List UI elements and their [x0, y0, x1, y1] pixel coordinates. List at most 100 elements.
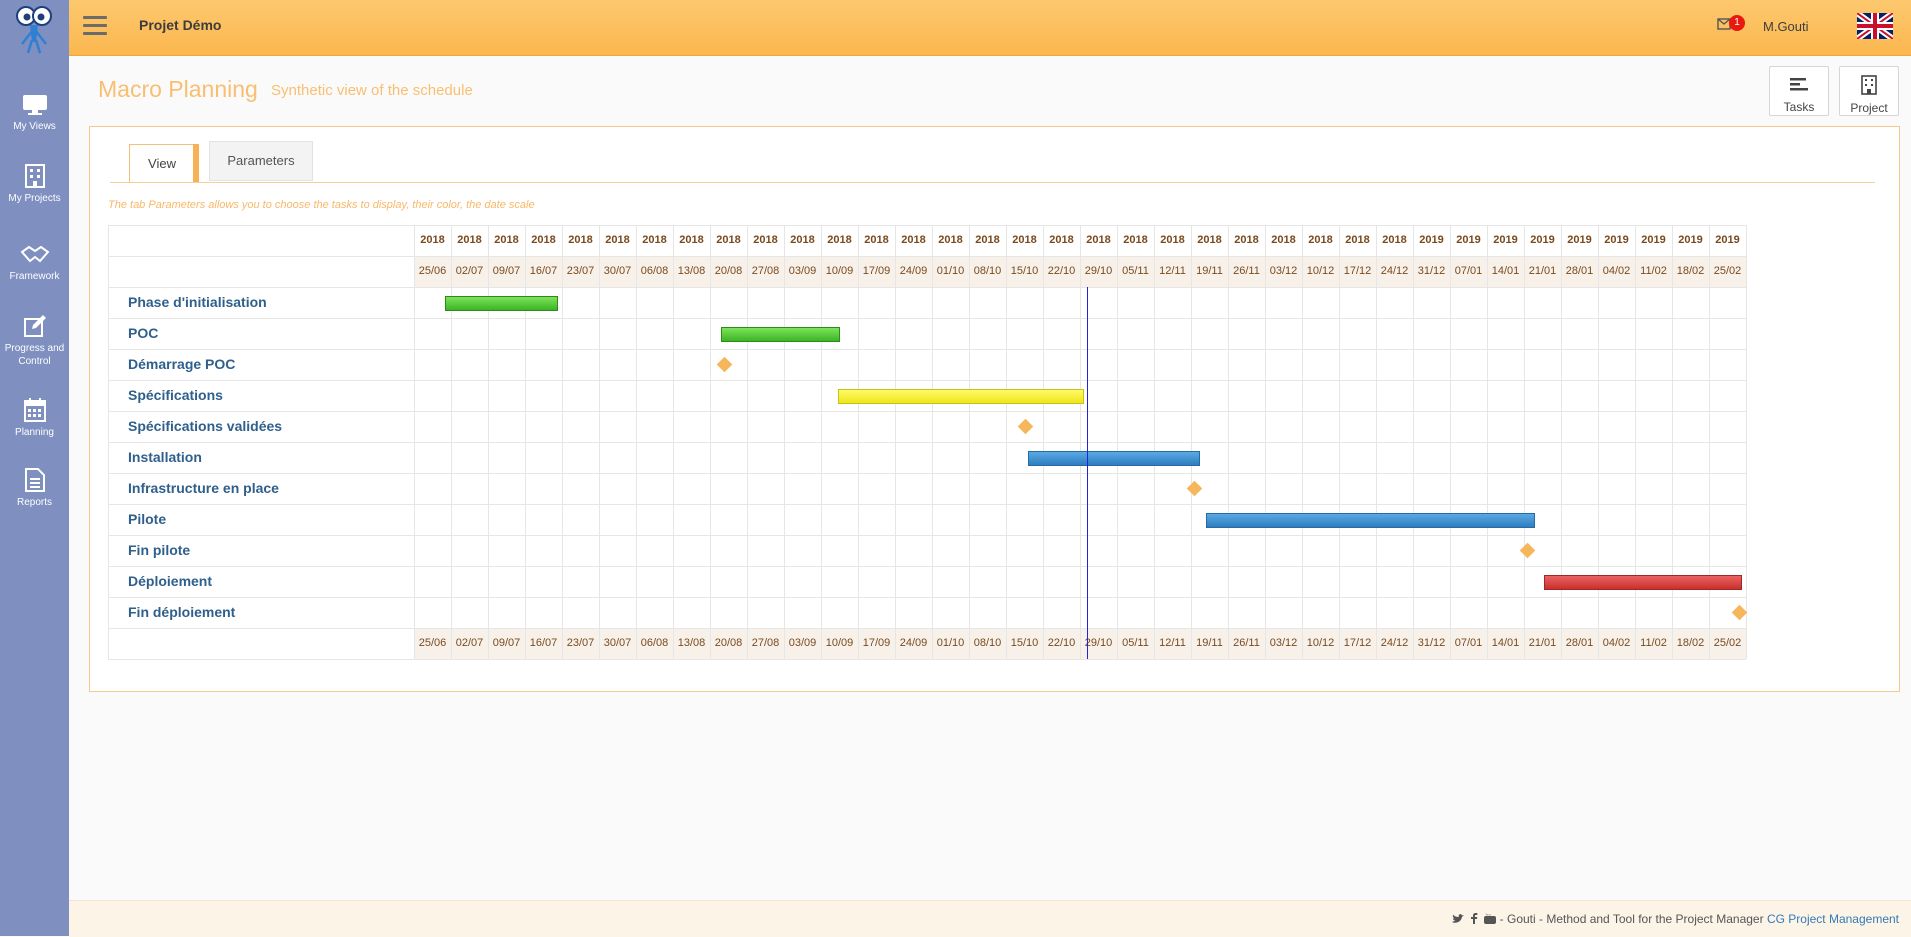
gantt-row-line: [108, 442, 1746, 443]
task-bar[interactable]: [445, 296, 559, 311]
gantt-week-label-footer: 28/01: [1565, 637, 1594, 649]
task-name[interactable]: Infrastructure en place: [128, 473, 279, 504]
gantt-column-line: [525, 225, 526, 659]
sidebar-item-reports[interactable]: Reports: [0, 468, 69, 509]
task-milestone[interactable]: [716, 356, 733, 373]
gantt-column-line: [1413, 225, 1414, 659]
gantt-week-label-footer: 24/12: [1380, 637, 1409, 649]
gantt-week-label-footer: 06/08: [640, 637, 669, 649]
task-milestone[interactable]: [1519, 542, 1535, 559]
gantt-column-line: [599, 225, 600, 659]
gantt-row-line: [108, 473, 1746, 474]
uk-flag-icon[interactable]: [1857, 13, 1893, 39]
task-milestone[interactable]: [1186, 480, 1202, 497]
gantt-row-line: [108, 535, 1746, 536]
task-name[interactable]: Fin déploiement: [128, 597, 235, 628]
gantt-week-label-footer: 23/07: [566, 637, 595, 649]
task-name[interactable]: Spécifications validées: [128, 411, 282, 442]
handshake-icon: [20, 245, 49, 263]
facebook-icon[interactable]: [1470, 913, 1478, 924]
gantt-row-line: [108, 504, 1746, 505]
today-line: [1087, 287, 1089, 659]
gantt-year-label: 2018: [716, 234, 741, 246]
gantt-week-label: 24/12: [1380, 265, 1409, 277]
project-name[interactable]: Projet Démo: [139, 17, 221, 33]
page-subtitle: Synthetic view of the schedule: [271, 82, 473, 99]
sidebar-item-my-projects[interactable]: My Projects: [0, 164, 69, 205]
gantt-week-label-footer: 04/02: [1602, 637, 1631, 649]
gantt-week-label-footer: 07/01: [1454, 637, 1483, 649]
gantt-column-line: [969, 225, 970, 659]
gantt-week-label-footer: 21/01: [1528, 637, 1557, 649]
task-name[interactable]: Déploiement: [128, 566, 212, 597]
gantt-week-label-footer: 13/08: [677, 637, 706, 649]
gantt-week-label: 27/08: [751, 265, 780, 277]
gantt-column-line: [636, 225, 637, 659]
tasks-button[interactable]: Tasks: [1769, 66, 1829, 116]
top-header: Projet Démo 1 M.Gouti: [69, 0, 1911, 56]
sidebar-item-label: My Views: [13, 121, 56, 132]
building-icon: [1861, 75, 1877, 95]
gantt-week-label-footer: 25/02: [1713, 637, 1742, 649]
task-name[interactable]: Démarrage POC: [128, 349, 235, 380]
gantt-week-label-footer: 12/11: [1159, 637, 1186, 649]
gantt-week-label-footer: 31/12: [1417, 637, 1446, 649]
gantt-column-line: [932, 225, 933, 659]
tab-view[interactable]: View: [129, 144, 195, 183]
sidebar-item-label: Reports: [16, 497, 52, 508]
gantt-week-label-footer: 17/09: [862, 637, 891, 649]
tab-parameters[interactable]: Parameters: [209, 141, 313, 181]
task-bar[interactable]: [1205, 513, 1536, 528]
footer-company-link[interactable]: CG Project Management: [1767, 912, 1899, 926]
notification-badge[interactable]: 1: [1729, 15, 1745, 31]
task-name[interactable]: POC: [128, 318, 158, 349]
gantt-week-label: 22/10: [1047, 265, 1076, 277]
gantt-year-label: 2018: [753, 234, 778, 246]
svg-text:You: You: [1486, 913, 1491, 917]
gantt-week-label: 17/12: [1343, 265, 1372, 277]
gantt-year-label: 2018: [1160, 234, 1185, 246]
gantt-column-line: [1117, 225, 1118, 659]
building-icon: [24, 164, 45, 188]
gantt-year-label: 2019: [1715, 234, 1740, 246]
twitter-icon[interactable]: [1451, 914, 1464, 924]
gantt-column-line: [1524, 225, 1525, 659]
gantt-row-line: [108, 411, 1746, 412]
task-name[interactable]: Fin pilote: [128, 535, 190, 566]
task-name[interactable]: Spécifications: [128, 380, 223, 411]
sidebar-item-progress-and-control[interactable]: Progress and Control: [0, 314, 69, 368]
task-bar[interactable]: [1028, 451, 1201, 466]
gantt-column-line: [1228, 225, 1229, 659]
gantt-year-label: 2018: [457, 234, 482, 246]
macro-planning-panel: View Parameters The tab Parameters allow…: [89, 126, 1900, 692]
gantt-year-label: 2018: [1197, 234, 1222, 246]
sidebar-item-my-views[interactable]: My Views: [0, 94, 69, 133]
task-name[interactable]: Phase d'initialisation: [128, 287, 267, 318]
gantt-year-label: 2018: [605, 234, 630, 246]
tasks-button-label: Tasks: [1783, 100, 1815, 114]
gantt-week-label: 14/01: [1491, 265, 1520, 277]
gantt-week-label-footer: 03/09: [788, 637, 817, 649]
task-bar[interactable]: [721, 327, 840, 342]
gantt-column-line: [895, 225, 896, 659]
sidebar: My Views My Projects Framework Progress …: [0, 0, 69, 936]
gantt-week-label: 18/02: [1676, 265, 1705, 277]
task-name[interactable]: Installation: [128, 442, 202, 473]
task-bar[interactable]: [1544, 575, 1743, 590]
user-name[interactable]: M.Gouti: [1763, 19, 1809, 34]
sidebar-item-framework[interactable]: Framework: [0, 244, 69, 283]
gantt-year-label: 2018: [1382, 234, 1407, 246]
app-logo[interactable]: [0, 0, 69, 56]
gantt-year-label: 2018: [420, 234, 445, 246]
gantt-year-label: 2019: [1456, 234, 1481, 246]
gantt-year-label: 2018: [1345, 234, 1370, 246]
task-name[interactable]: Pilote: [128, 504, 166, 535]
gantt-column-line: [710, 225, 711, 659]
hamburger-menu-icon[interactable]: [83, 16, 107, 36]
task-bar[interactable]: [837, 389, 1084, 404]
gantt-column-line: [108, 225, 109, 659]
task-milestone[interactable]: [1018, 418, 1034, 435]
sidebar-item-planning[interactable]: Planning: [0, 398, 69, 439]
youtube-icon[interactable]: You: [1484, 913, 1497, 924]
project-button[interactable]: Project: [1839, 66, 1899, 116]
